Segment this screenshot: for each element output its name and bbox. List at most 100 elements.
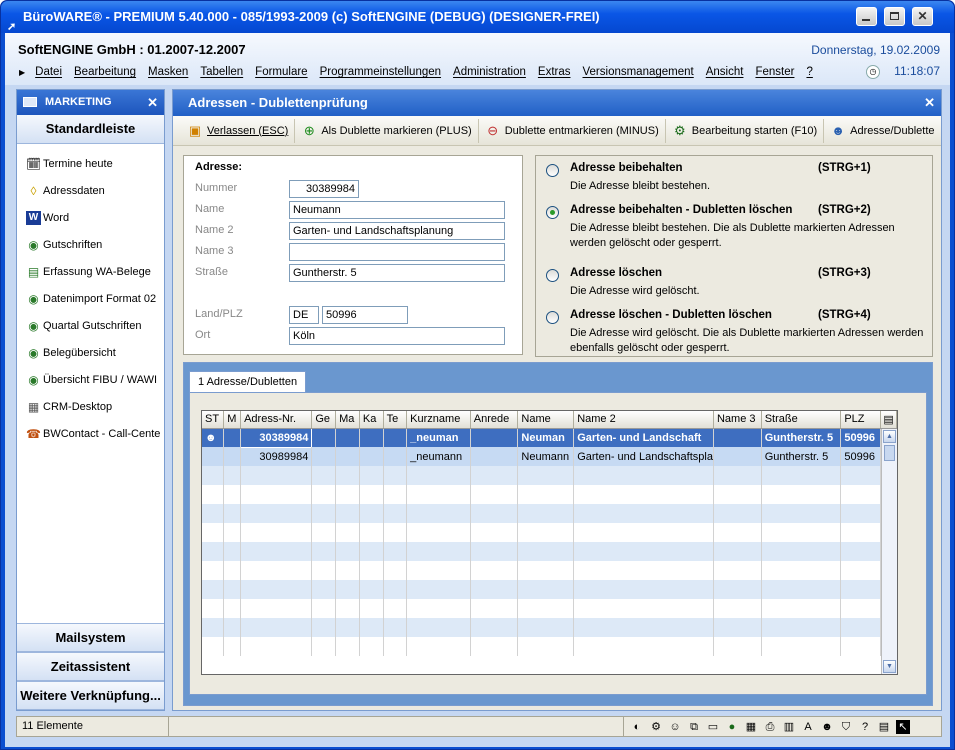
calendar-icon[interactable]: ▦	[744, 720, 758, 734]
menu-programmeinstellungen[interactable]: Programmeinstellungen	[314, 66, 447, 78]
panel-close-icon[interactable]: ✕	[924, 90, 935, 116]
shield-icon[interactable]: ⛉	[839, 720, 853, 734]
grid-table: ST M Adress-Nr. Ge Ma Ka Te Kurzname Anr…	[202, 411, 897, 656]
option-keep-address[interactable]: Adresse beibehalten (STRG+1) Die Adresse…	[546, 162, 926, 197]
radio-keep-address[interactable]	[546, 164, 559, 177]
sidebar-item-erfassung[interactable]: ▤ Erfassung WA-Belege	[17, 258, 164, 285]
col-header[interactable]: Ma	[335, 411, 360, 429]
minimize-button[interactable]	[856, 7, 877, 26]
menu-bearbeitung[interactable]: Bearbeitung	[68, 66, 142, 78]
sidebar: MARKETING ✕ Standardleiste 🗓 Termine heut…	[16, 89, 165, 711]
sidebar-section-mailsystem[interactable]: Mailsystem	[17, 623, 164, 652]
sidebar-section-zeitassistent[interactable]: Zeitassistent	[17, 652, 164, 681]
sidebar-item-quartal[interactable]: ◉ Quartal Gutschriften	[17, 312, 164, 339]
ort-field[interactable]: Köln	[289, 327, 505, 345]
gear-icon[interactable]: ⚙	[649, 720, 663, 734]
menu-masken[interactable]: Masken	[142, 66, 194, 78]
menu-help[interactable]: ?	[800, 66, 818, 78]
printer-icon[interactable]: ⎙	[763, 720, 777, 734]
radio-delete-all[interactable]	[546, 311, 559, 324]
table-cell	[517, 580, 575, 599]
col-header[interactable]: Ge	[311, 411, 337, 429]
mark-duplicate-button[interactable]: ⊕ Als Dublette markieren (PLUS)	[295, 118, 479, 143]
col-header[interactable]: Name	[517, 411, 575, 429]
sidebar-section-standardleiste[interactable]: Standardleiste	[17, 115, 164, 144]
menu-formulare[interactable]: Formulare	[249, 66, 313, 78]
col-header[interactable]: Straße	[761, 411, 842, 429]
table-cell	[713, 523, 762, 542]
menu-tabellen[interactable]: Tabellen	[194, 66, 249, 78]
name2-field[interactable]: Garten- und Landschaftsplanung	[289, 222, 505, 240]
address-duplicate-button[interactable]: ☻ Adresse/Dublette	[824, 119, 940, 143]
sidebar-item-fibu[interactable]: ◉ Übersicht FIBU / WAWI	[17, 366, 164, 393]
column-chooser-icon[interactable]: ▤	[880, 411, 897, 429]
option-delete-address[interactable]: Adresse löschen (STRG+3) Die Adresse wir…	[546, 267, 926, 302]
keyboard-icon[interactable]: ▤	[877, 720, 891, 734]
help-icon[interactable]: ?	[858, 720, 872, 734]
menu-fenster[interactable]: Fenster	[749, 66, 800, 78]
font-icon[interactable]: A	[801, 720, 815, 734]
table-cell	[202, 580, 225, 599]
menu-datei[interactable]: Datei	[29, 66, 68, 78]
start-processing-button[interactable]: ⚙ Bearbeitung starten (F10)	[666, 118, 825, 143]
cursor-icon[interactable]: ↖	[896, 719, 910, 734]
option-keep-delete-duplicates[interactable]: Adresse beibehalten - Dubletten löschen …	[546, 204, 926, 254]
table-row[interactable]: ☻ 30389984 _neuman Neuman Garten- und La…	[202, 427, 897, 448]
unmark-duplicate-button[interactable]: ⊖ Dublette entmarkieren (MINUS)	[479, 118, 666, 143]
user-icon[interactable]: ☻	[820, 720, 834, 734]
scroll-up-icon[interactable]: ▲	[883, 430, 896, 443]
menu-arrow-icon[interactable]: ▶	[13, 66, 29, 78]
name-field[interactable]: Neumann	[289, 201, 505, 219]
option-delete-all[interactable]: Adresse löschen - Dubletten löschen (STR…	[546, 309, 926, 357]
tab-address-duplicates[interactable]: 1 Adresse/Dubletten	[189, 371, 306, 393]
sidebar-item-bwcontact[interactable]: ☎ BWContact - Call-Cente	[17, 420, 164, 447]
sidebar-item-beleguebersicht[interactable]: ◉ Belegübersicht	[17, 339, 164, 366]
col-header[interactable]: Kurzname	[406, 411, 471, 429]
sidebar-close-icon[interactable]: ✕	[147, 90, 158, 115]
window-icon[interactable]: ▭	[706, 720, 720, 734]
col-header[interactable]: Ka	[359, 411, 384, 429]
globe-icon[interactable]: ●	[725, 720, 739, 734]
table-row[interactable]: 30989984 _neumann Neumann Garten- und La…	[202, 447, 897, 466]
close-button[interactable]: ✕	[912, 7, 933, 26]
sidebar-item-word[interactable]: W Word	[17, 204, 164, 231]
col-header[interactable]: Anrede	[470, 411, 519, 429]
col-header[interactable]: M	[223, 411, 242, 429]
col-header[interactable]: Name 3	[713, 411, 762, 429]
duplicates-grid[interactable]: ST M Adress-Nr. Ge Ma Ka Te Kurzname Anr…	[201, 410, 898, 675]
vertical-scrollbar[interactable]: ▲ ▼	[881, 429, 897, 674]
scroll-thumb[interactable]	[884, 445, 895, 461]
chart-icon[interactable]: ▥	[782, 720, 796, 734]
sidebar-item-datenimport[interactable]: ◉ Datenimport Format 02	[17, 285, 164, 312]
exit-button[interactable]: ▣ Verlassen (ESC)	[181, 118, 296, 143]
strasse-field[interactable]: Guntherstr. 5	[289, 264, 505, 282]
radio-keep-delete-duplicates[interactable]	[546, 206, 559, 219]
sidebar-section-weitere[interactable]: Weitere Verknüpfung...	[17, 681, 164, 710]
title-bar[interactable]: ➚ BüroWARE® - PREMIUM 5.40.000 - 085/199…	[1, 1, 954, 33]
mouse-icon[interactable]: ◐	[630, 720, 644, 734]
main-panel: Adressen - Dublettenprüfung ✕ ▣ Verlassen…	[172, 89, 942, 711]
col-header[interactable]: ST	[202, 411, 225, 429]
menu-extras[interactable]: Extras	[532, 66, 577, 78]
sidebar-item-adressdaten[interactable]: ◊ Adressdaten	[17, 177, 164, 204]
network-icon[interactable]: ⧉	[687, 720, 701, 734]
col-header[interactable]: Te	[383, 411, 408, 429]
col-header[interactable]: Name 2	[573, 411, 714, 429]
col-header[interactable]: Adress-Nr.	[240, 411, 313, 429]
menu-administration[interactable]: Administration	[447, 66, 532, 78]
col-header[interactable]: PLZ	[840, 411, 882, 429]
sidebar-item-gutschriften[interactable]: ◉ Gutschriften	[17, 231, 164, 258]
nummer-field[interactable]: 30389984	[289, 180, 359, 198]
menu-ansicht[interactable]: Ansicht	[700, 66, 750, 78]
sidebar-item-termine[interactable]: 🗓 Termine heute	[17, 150, 164, 177]
scroll-down-icon[interactable]: ▼	[883, 660, 896, 673]
menu-versionsmanagement[interactable]: Versionsmanagement	[577, 66, 700, 78]
radio-delete-address[interactable]	[546, 269, 559, 282]
name3-field[interactable]	[289, 243, 505, 261]
land-field[interactable]: DE	[289, 306, 319, 324]
maximize-button[interactable]	[884, 7, 905, 26]
plz-field[interactable]: 50996	[322, 306, 408, 324]
current-date: Donnerstag, 19.02.2009	[811, 43, 940, 57]
people-icon[interactable]: ☺	[668, 720, 682, 734]
sidebar-item-crm[interactable]: ▦ CRM-Desktop	[17, 393, 164, 420]
